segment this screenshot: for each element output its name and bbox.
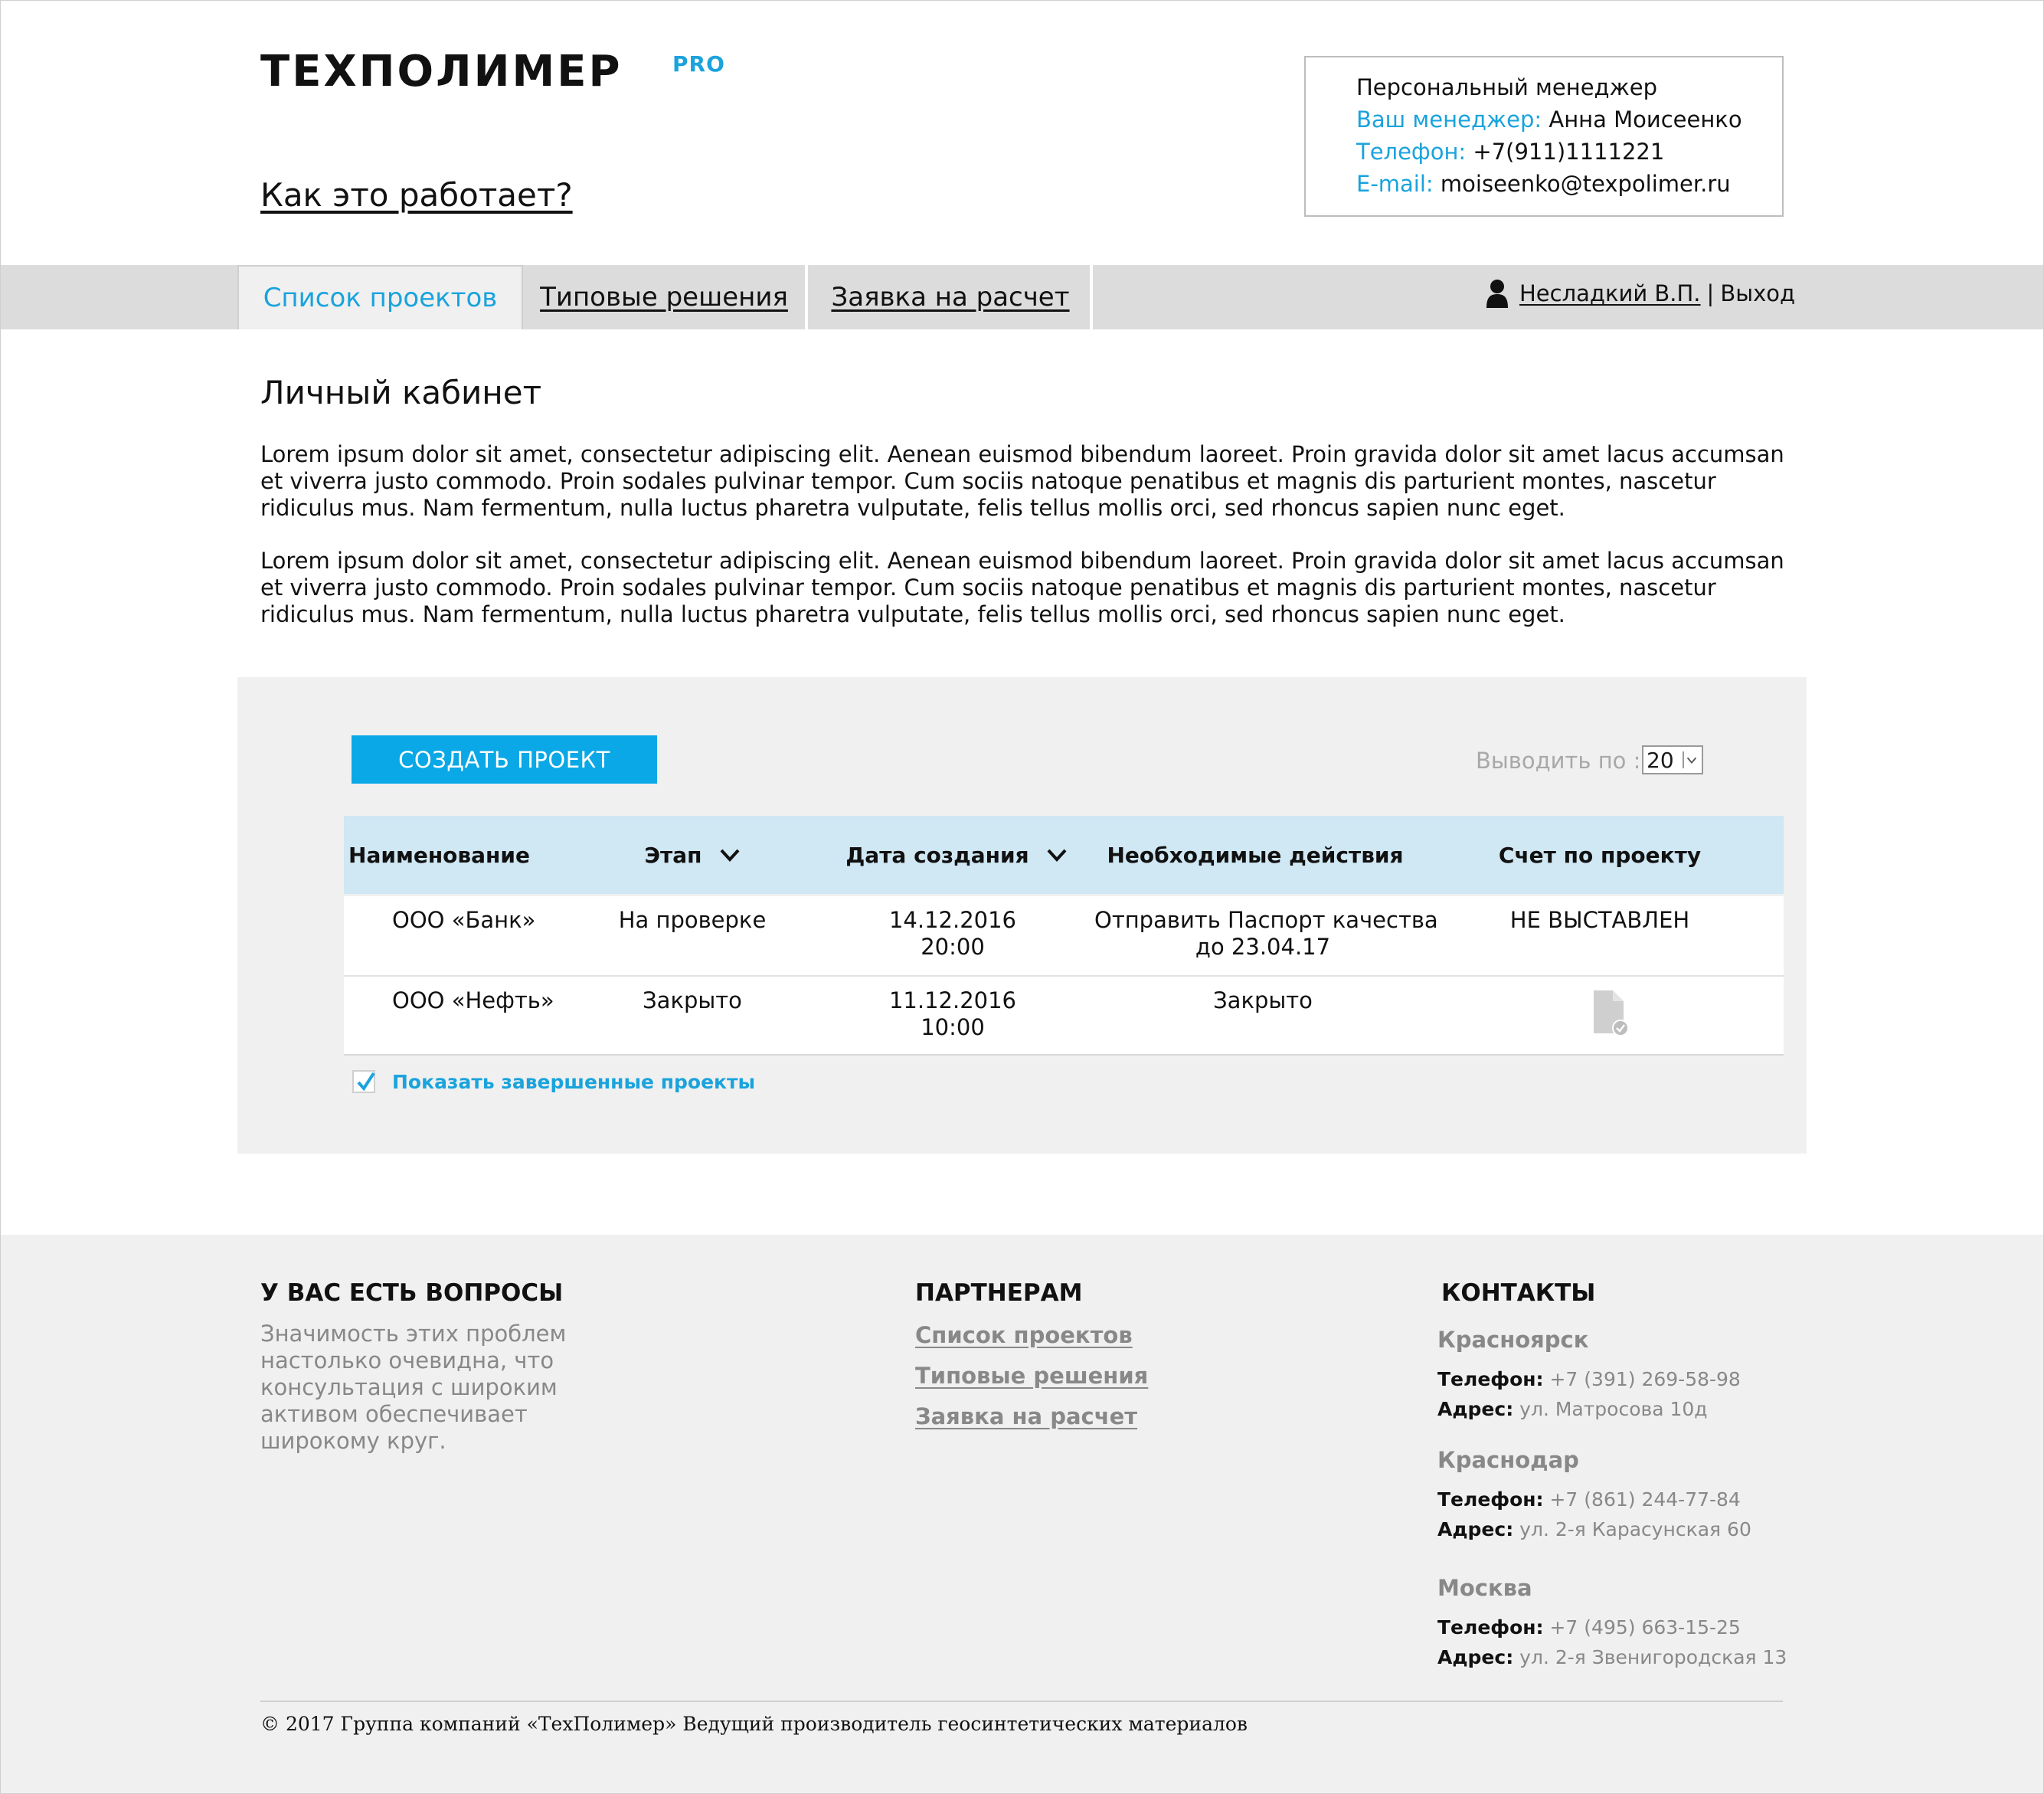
footer-questions-heading: У ВАС ЕСТЬ ВОПРОСЫ <box>260 1279 564 1307</box>
footer: У ВАС ЕСТЬ ВОПРОСЫ Значимость этих пробл… <box>0 1235 2044 1794</box>
contact-city: Краснодар <box>1437 1447 1579 1473</box>
contact-address: Адрес: ул. 2-я Звенигородская 13 <box>1437 1646 1787 1668</box>
show-completed-label[interactable]: Показать завершенные проекты <box>392 1071 755 1093</box>
show-completed-checkbox[interactable] <box>352 1070 375 1093</box>
contact-city: Москва <box>1437 1575 1532 1601</box>
table-row[interactable]: ООО «Нефть» Закрыто 11.12.2016 10:00 Зак… <box>344 977 1784 1056</box>
intro-paragraph: Lorem ipsum dolor sit amet, consectetur … <box>260 548 1784 627</box>
manager-name-key: Ваш менеджер: <box>1356 106 1542 133</box>
checkmark-icon <box>357 1072 375 1092</box>
manager-phone-key: Телефон: <box>1356 139 1467 165</box>
footer-link-projects[interactable]: Список проектов <box>915 1322 1133 1348</box>
project-name[interactable]: ООО «Нефть» <box>392 987 554 1014</box>
project-invoice-status: НЕ ВЫСТАВЛЕН <box>1509 907 1690 933</box>
logo[interactable]: ТЕХПОЛИМЕР <box>260 51 623 93</box>
logout-link[interactable]: Выход <box>1720 280 1795 306</box>
page-title: Личный кабинет <box>260 374 542 411</box>
contact-city: Красноярск <box>1437 1327 1589 1353</box>
footer-divider <box>260 1701 1783 1702</box>
project-action-line: до 23.04.17 <box>1195 934 1331 960</box>
per-page-label: Выводить по : <box>1476 748 1641 774</box>
tab-projects-list[interactable]: Список проектов <box>237 265 523 329</box>
manager-email-value[interactable]: moiseenko@texpolimer.ru <box>1441 171 1731 197</box>
footer-link-request[interactable]: Заявка на расчет <box>915 1403 1137 1429</box>
project-action: Отправить Паспорт качества до 23.04.17 <box>1094 907 1438 961</box>
manager-phone-value[interactable]: +7(911)1111221 <box>1473 139 1664 165</box>
manager-phone-row: Телефон: +7(911)1111221 <box>1356 139 1664 165</box>
column-header-actions: Необходимые действия <box>1107 842 1404 868</box>
document-check-icon[interactable] <box>1591 989 1628 1038</box>
manager-name-value: Анна Моисеенко <box>1549 106 1742 133</box>
table-row[interactable]: ООО «Банк» На проверке 14.12.2016 20:00 … <box>344 896 1784 977</box>
sort-chevron-icon[interactable] <box>1046 847 1068 863</box>
contact-address: Адрес: ул. Матросова 10д <box>1437 1398 1708 1420</box>
per-page-select[interactable]: 20 <box>1642 745 1703 774</box>
manager-email-row: E-mail: moiseenko@texpolimer.ru <box>1356 171 1731 197</box>
how-it-works-link[interactable]: Как это работает? <box>260 176 573 214</box>
user-area: Несладкий В.П. | Выход <box>1486 279 1795 308</box>
user-separator: | <box>1706 280 1715 306</box>
column-header-date[interactable]: Дата создания <box>834 816 1079 894</box>
contact-phone: Телефон: +7 (861) 244-77-84 <box>1437 1488 1741 1511</box>
footer-contacts-heading: КОНТАКТЫ <box>1441 1279 1596 1307</box>
projects-table-header: Наименование Этап Дата создания Необходи… <box>344 816 1784 894</box>
footer-questions-text: Значимость этих проблем настолько очевид… <box>260 1321 567 1454</box>
project-date: 14.12.2016 20:00 <box>819 907 1087 961</box>
contact-address: Адрес: ул. 2-я Карасунская 60 <box>1437 1518 1751 1540</box>
project-name[interactable]: ООО «Банк» <box>392 907 535 934</box>
per-page-value: 20 <box>1647 747 1674 773</box>
column-header-stage[interactable]: Этап <box>597 816 788 894</box>
nav-bar: Список проектов Типовые решения Заявка н… <box>0 265 2044 329</box>
project-date-time: 10:00 <box>921 1014 985 1040</box>
logo-pro-suffix: PRO <box>672 51 725 77</box>
footer-copyright: © 2017 Группа компаний «ТехПолимер» Веду… <box>260 1713 1248 1735</box>
footer-partners-heading: ПАРТНЕРАМ <box>915 1279 1083 1307</box>
tab-calculation-request[interactable]: Заявка на расчет <box>811 265 1093 329</box>
project-date-day: 14.12.2016 <box>888 907 1017 933</box>
manager-name-row: Ваш менеджер: Анна Моисеенко <box>1356 106 1742 133</box>
project-date: 11.12.2016 10:00 <box>819 987 1087 1041</box>
project-date-day: 11.12.2016 <box>888 987 1017 1013</box>
sort-chevron-icon[interactable] <box>719 847 741 863</box>
project-stage: Закрыто <box>643 987 742 1013</box>
intro-paragraph: Lorem ipsum dolor sit amet, consectetur … <box>260 441 1784 521</box>
project-action: Закрыто <box>1094 987 1431 1014</box>
show-completed-toggle[interactable]: Показать завершенные проекты <box>352 1070 755 1093</box>
project-action-line: Отправить Паспорт качества <box>1094 907 1438 933</box>
project-stage: На проверке <box>618 907 767 933</box>
contact-phone: Телефон: +7 (495) 663-15-25 <box>1437 1616 1741 1638</box>
project-date-time: 20:00 <box>921 934 985 960</box>
contact-phone: Телефон: +7 (391) 269-58-98 <box>1437 1368 1741 1390</box>
chevron-down-icon <box>1683 751 1697 768</box>
tab-typical-solutions[interactable]: Типовые решения <box>523 265 808 329</box>
project-action-line: Закрыто <box>1213 987 1313 1013</box>
footer-link-solutions[interactable]: Типовые решения <box>915 1363 1148 1389</box>
manager-email-key: E-mail: <box>1356 171 1434 197</box>
user-icon <box>1486 280 1508 308</box>
manager-card-title: Персональный менеджер <box>1356 74 1657 100</box>
user-name-link[interactable]: Несладкий В.П. <box>1519 280 1701 306</box>
manager-card: Персональный менеджер Ваш менеджер: Анна… <box>1304 56 1784 217</box>
column-header-invoice: Счет по проекту <box>1498 842 1702 868</box>
create-project-button[interactable]: СОЗДАТЬ ПРОЕКТ <box>352 735 657 784</box>
column-header-name[interactable]: Наименование <box>344 816 530 894</box>
